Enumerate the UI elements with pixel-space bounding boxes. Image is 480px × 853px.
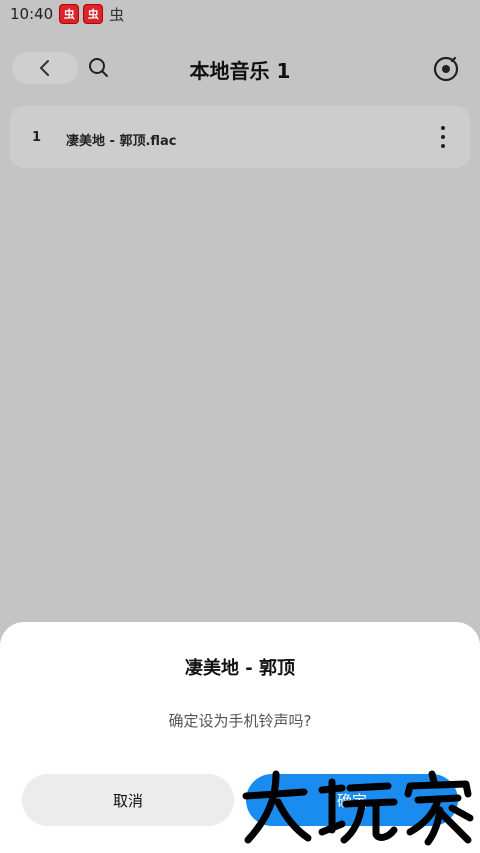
confirm-button[interactable]: 确定 — [246, 774, 458, 826]
status-bar: 10:40 虫 虫 虫 — [0, 0, 480, 28]
chevron-left-icon — [40, 60, 49, 76]
list-item[interactable]: 1 凄美地 - 郭顶.flac — [10, 106, 470, 168]
more-options-icon[interactable] — [438, 126, 448, 148]
music-disc-icon — [433, 56, 459, 82]
notification-badge-icon: 虫 — [83, 4, 104, 24]
notification-icon: 虫 — [109, 5, 125, 24]
back-button[interactable] — [12, 52, 78, 84]
song-title: 凄美地 - 郭顶.flac — [66, 134, 177, 149]
notification-badge-icon: 虫 — [59, 4, 80, 24]
dialog-message: 确定设为手机铃声吗? — [168, 712, 312, 730]
now-playing-button[interactable] — [432, 55, 460, 83]
search-button[interactable] — [86, 55, 112, 81]
dialog-title: 凄美地 - 郭顶 — [184, 658, 295, 679]
status-time: 10:40 — [10, 5, 54, 23]
search-icon — [89, 58, 108, 77]
cancel-button[interactable]: 取消 — [22, 774, 234, 826]
song-index: 1 — [32, 130, 42, 145]
ringtone-dialog: 凄美地 - 郭顶 确定设为手机铃声吗? 取消 确定 — [0, 622, 480, 853]
